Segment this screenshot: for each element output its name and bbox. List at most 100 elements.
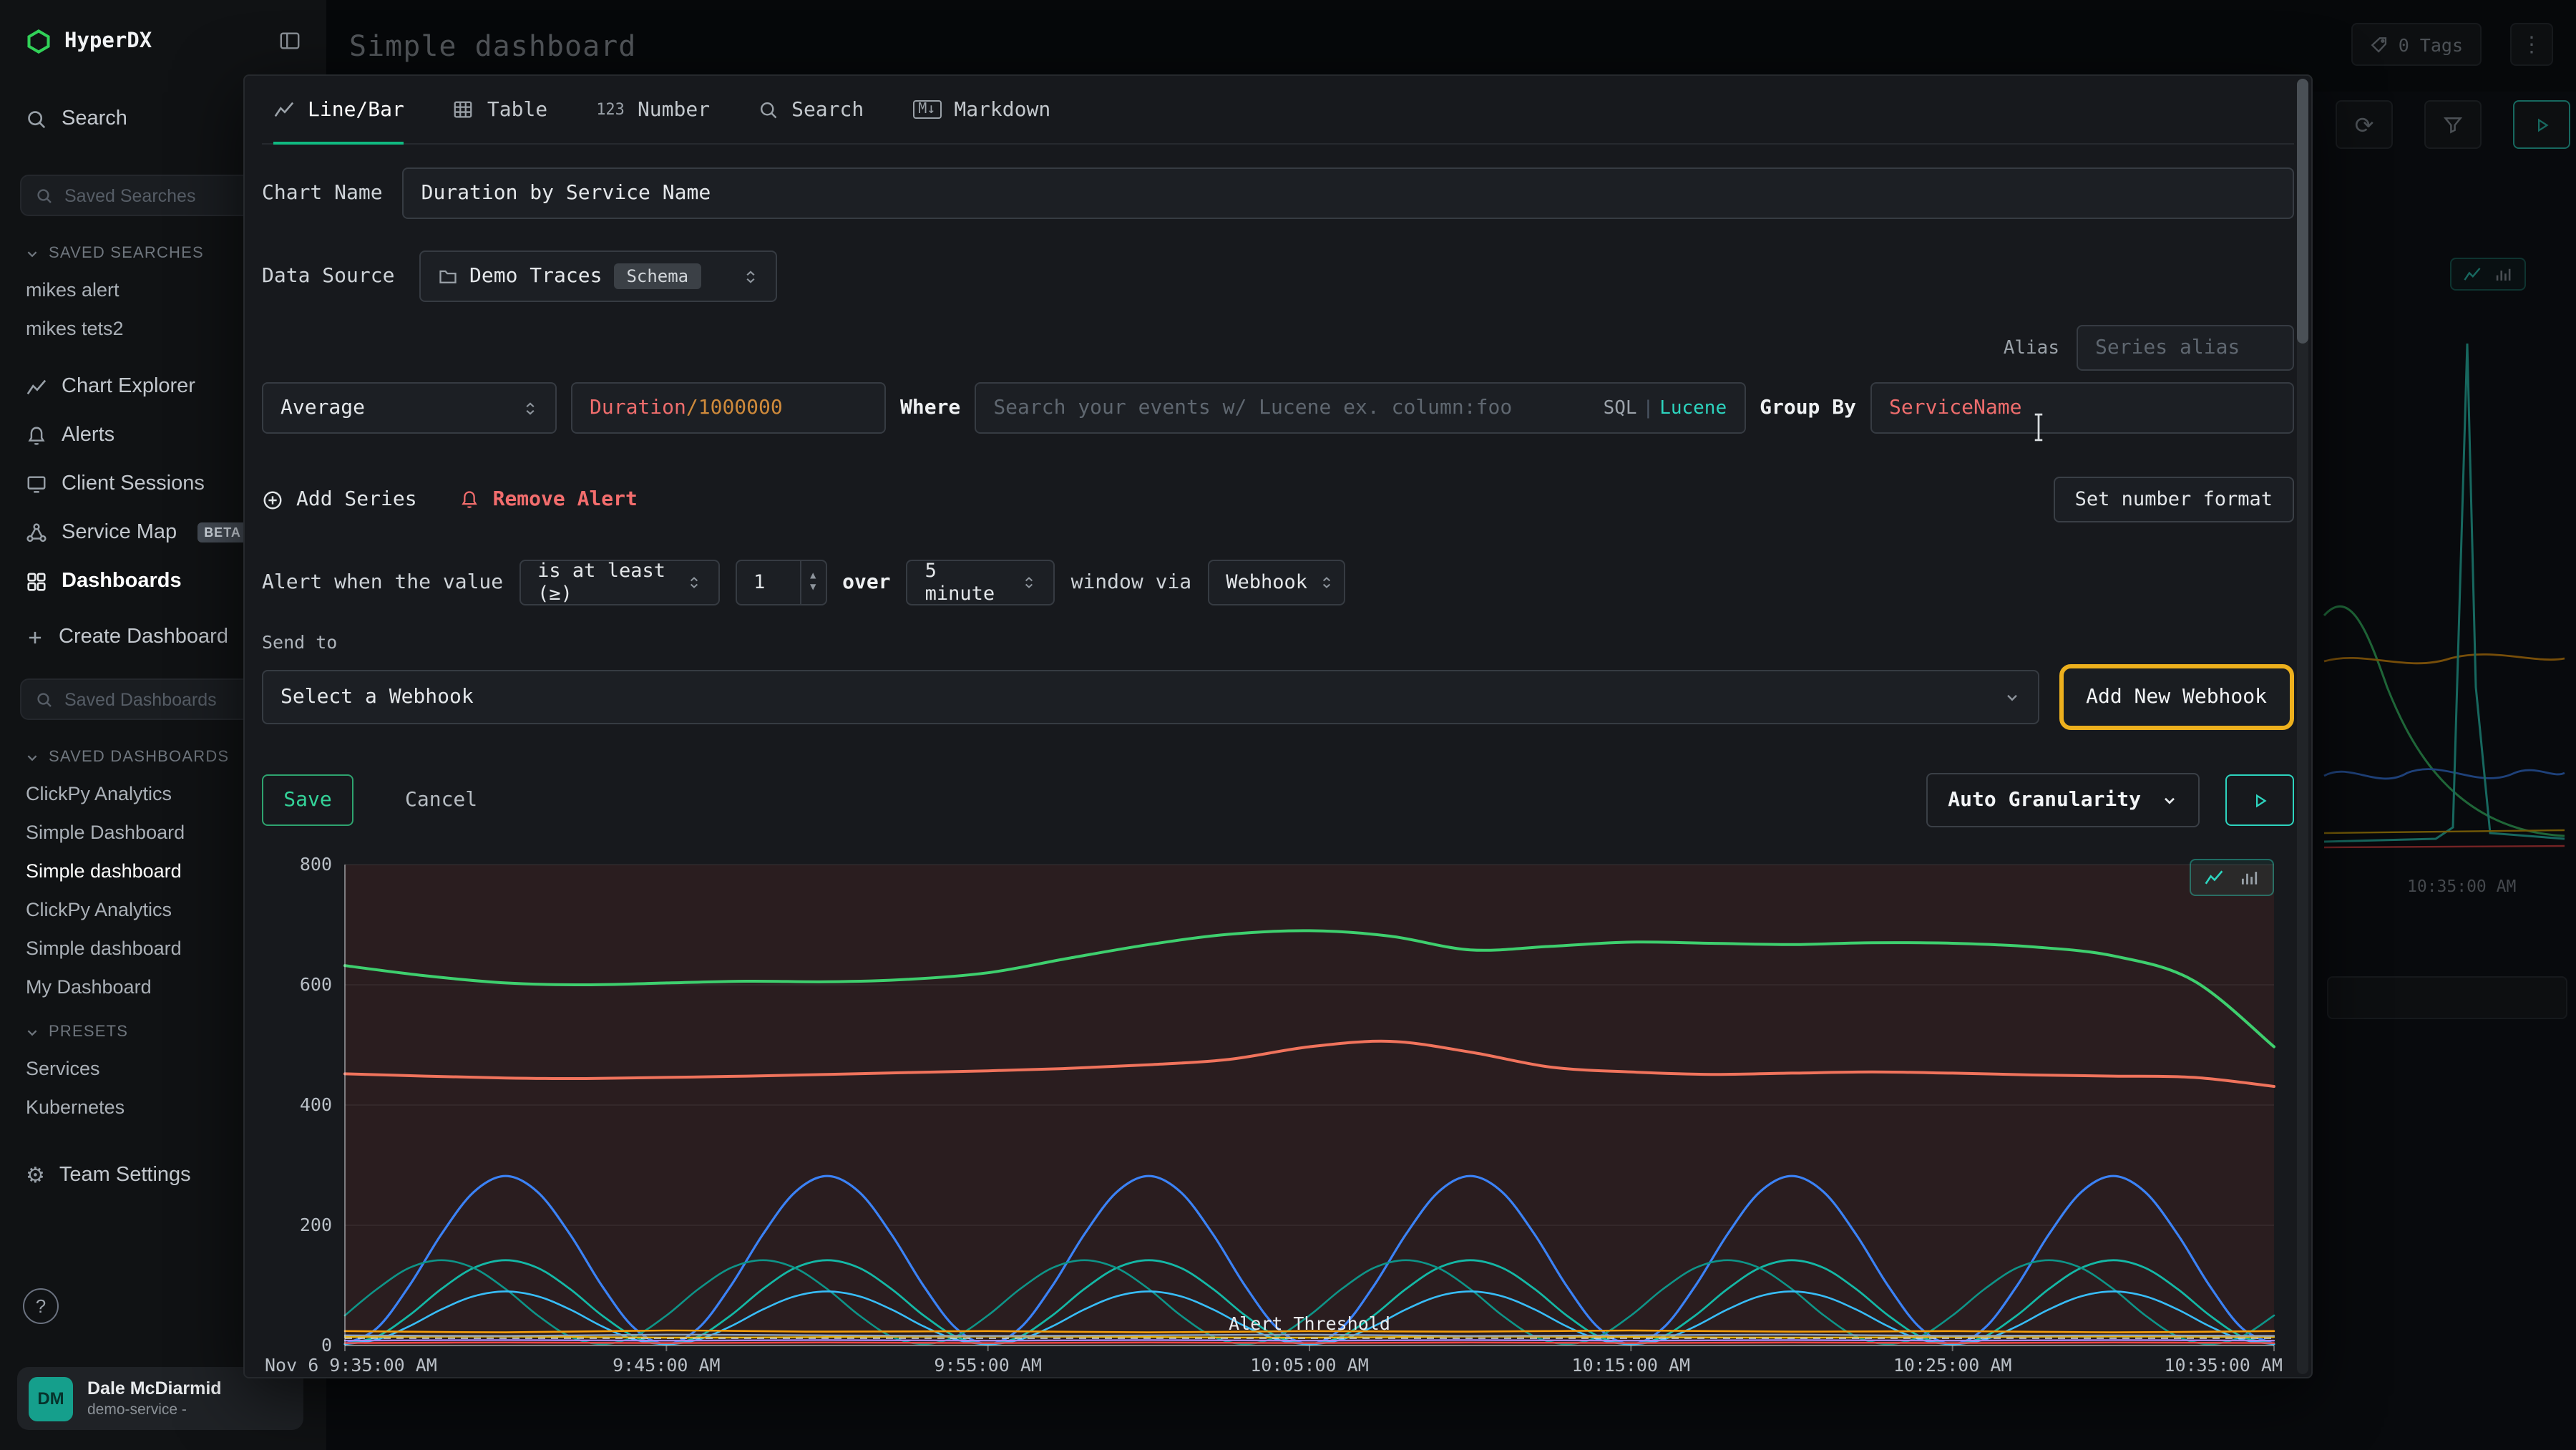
modal-scrollbar (2297, 79, 2308, 1374)
where-label: Where (900, 396, 960, 419)
number-123-icon: 123 (596, 100, 625, 119)
user-subtitle: demo-service - (87, 1401, 222, 1419)
hyperdx-logo-icon (26, 29, 52, 54)
schema-badge: Schema (613, 263, 701, 289)
chevron-down-icon (26, 1026, 39, 1038)
gear-icon: ⚙ (26, 1162, 45, 1188)
svg-text:400: 400 (300, 1094, 332, 1115)
svg-text:10:05:00 AM: 10:05:00 AM (1250, 1355, 1369, 1376)
plus-icon (26, 628, 44, 646)
tab-number[interactable]: 123 Number (596, 76, 710, 143)
grid-icon (26, 570, 47, 592)
svg-text:9:45:00 AM: 9:45:00 AM (613, 1355, 721, 1376)
line-chart-icon (2204, 867, 2224, 887)
expression-input[interactable]: Duration/1000000 (571, 382, 886, 434)
chevron-updown-icon (522, 399, 538, 417)
webhook-select[interactable]: Select a Webhook (262, 670, 2039, 724)
alias-label: Alias (2004, 337, 2059, 359)
tab-search[interactable]: Search (758, 76, 864, 143)
data-source-label: Data Source (262, 265, 399, 288)
data-source-value: Demo Traces (469, 265, 602, 288)
alias-input[interactable] (2077, 325, 2294, 371)
bell-icon (460, 490, 480, 510)
aggregation-select[interactable]: Average (262, 382, 557, 434)
sidebar-item-label: Search (62, 107, 127, 130)
alert-threshold-input[interactable]: 1 ▲▼ (735, 560, 826, 605)
markdown-icon: M↓ (912, 100, 941, 119)
svg-text:Nov 6 9:35:00 AM: Nov 6 9:35:00 AM (265, 1355, 437, 1376)
svg-text:9:55:00 AM: 9:55:00 AM (934, 1355, 1042, 1376)
chart-type-toggle[interactable] (2190, 859, 2274, 896)
text-cursor (2029, 412, 2048, 442)
search-icon (36, 187, 53, 204)
alert-via-label: window via (1071, 571, 1192, 594)
run-query-button[interactable] (2225, 774, 2294, 826)
query-language-toggle[interactable]: SQL|Lucene (1604, 397, 1727, 419)
svg-text:10:35:00 AM: 10:35:00 AM (2164, 1355, 2283, 1376)
avatar: DM (29, 1376, 73, 1421)
scrollbar-thumb[interactable] (2297, 79, 2308, 344)
brand-name: HyperDX (64, 30, 152, 53)
alert-window-select[interactable]: 5 minute (907, 560, 1055, 605)
svg-text:800: 800 (300, 854, 332, 875)
line-chart-icon (273, 99, 295, 120)
tab-markdown[interactable]: M↓ Markdown (912, 76, 1050, 143)
add-new-webhook-button[interactable]: Add New Webhook (2059, 664, 2294, 730)
save-button[interactable]: Save (262, 774, 353, 826)
add-series-button[interactable]: Add Series (262, 488, 417, 511)
stepper-icon[interactable]: ▲▼ (799, 561, 825, 604)
svg-text:0: 0 (321, 1335, 332, 1356)
saved-dashboards-placeholder: Saved Dashboards (64, 689, 217, 709)
chevron-down-icon (26, 751, 39, 764)
svg-text:600: 600 (300, 974, 332, 995)
preview-chart: 0 200 400 600 800 Nov 6 9:35:00 AM 9:45:00 AM 9… (262, 850, 2294, 1383)
alert-channel-select[interactable]: Webhook (1207, 560, 1345, 605)
remove-alert-button[interactable]: Remove Alert (460, 488, 638, 511)
table-icon (453, 99, 474, 120)
send-to-label: Send to (262, 631, 2294, 653)
chevron-down-icon (2161, 792, 2178, 809)
chart-name-input[interactable] (403, 167, 2294, 219)
user-name: Dale McDiarmid (87, 1378, 222, 1401)
bar-chart-icon (2240, 867, 2260, 887)
svg-text:200: 200 (300, 1215, 332, 1235)
where-search-input[interactable]: Search your events w/ Lucene ex. column:… (975, 382, 1745, 434)
alert-prefix: Alert when the value (262, 571, 503, 594)
search-icon (758, 99, 779, 120)
chevron-down-icon (2003, 688, 2020, 706)
chevron-updown-icon (686, 574, 701, 591)
folder-icon (438, 266, 458, 286)
search-icon (26, 108, 47, 130)
editor-tabs: Line/Bar Table 123 Number Search M↓ Mark… (262, 76, 2294, 145)
chart-editor-modal: Line/Bar Table 123 Number Search M↓ Mark… (243, 74, 2313, 1378)
chevron-down-icon (26, 247, 39, 260)
collapse-sidebar-icon[interactable] (278, 30, 302, 52)
chevron-updown-icon (1319, 574, 1333, 591)
beta-badge: BETA (197, 522, 248, 542)
tab-line-bar[interactable]: Line/Bar (273, 76, 404, 143)
group-by-input[interactable]: ServiceName (1870, 382, 2294, 434)
set-number-format-button[interactable]: Set number format (2054, 477, 2294, 522)
alert-over-label: over (842, 571, 890, 594)
cancel-button[interactable]: Cancel (405, 789, 477, 812)
play-icon (2250, 791, 2269, 809)
where-placeholder: Search your events w/ Lucene ex. column:… (993, 396, 1512, 419)
network-icon (26, 522, 47, 543)
saved-searches-placeholder: Saved Searches (64, 185, 195, 205)
granularity-select[interactable]: Auto Granularity (1926, 773, 2200, 827)
svg-text:10:15:00 AM: 10:15:00 AM (1572, 1355, 1691, 1376)
data-source-select[interactable]: Demo Traces Schema (419, 250, 777, 302)
duration-line-chart: 0 200 400 600 800 Nov 6 9:35:00 AM 9:45:00 AM 9… (262, 850, 2294, 1383)
group-by-label: Group By (1760, 396, 1856, 419)
svg-text:10:25:00 AM: 10:25:00 AM (1893, 1355, 2012, 1376)
alert-condition-select[interactable]: is at least (≥) (519, 560, 719, 605)
help-button[interactable]: ? (23, 1288, 59, 1324)
search-icon (36, 691, 53, 708)
plus-circle-icon (262, 489, 283, 510)
line-chart-icon (26, 376, 47, 397)
chevron-updown-icon (1023, 574, 1037, 591)
svg-text:Alert Threshold: Alert Threshold (1229, 1313, 1390, 1334)
chevron-updown-icon (743, 267, 758, 286)
chart-name-label: Chart Name (262, 182, 383, 205)
tab-table[interactable]: Table (453, 76, 547, 143)
